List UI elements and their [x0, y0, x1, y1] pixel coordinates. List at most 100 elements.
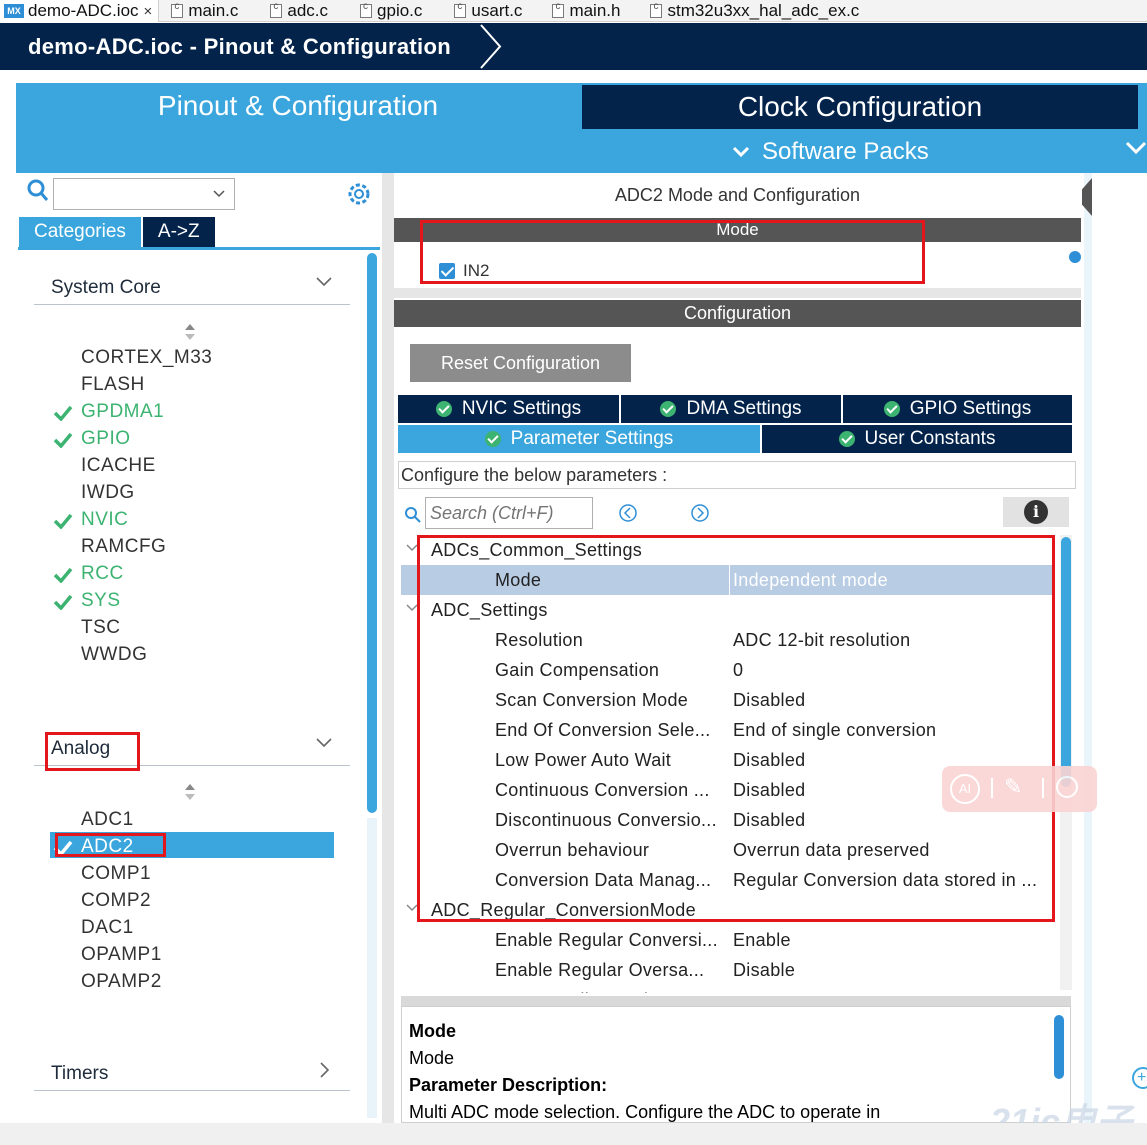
tab-categories[interactable]: Categories — [19, 217, 141, 247]
scrollbar-thumb[interactable] — [1061, 537, 1071, 787]
parameter-name: Enable Regular Conversi... — [495, 930, 718, 950]
editor-tab-gpio-c[interactable]: gpio.c — [356, 0, 428, 22]
group-timers[interactable]: Timers — [51, 1063, 108, 1085]
tab-gpio-settings[interactable]: GPIO Settings — [843, 395, 1072, 423]
close-icon[interactable]: × — [144, 3, 153, 20]
check-circle-icon — [660, 401, 677, 417]
ip-item-adc1[interactable]: ADC1 — [81, 809, 134, 831]
scrollbar-track[interactable] — [367, 818, 377, 1118]
add-icon[interactable]: + — [1132, 1067, 1147, 1089]
status-bar — [0, 1123, 1147, 1145]
ip-item-flash[interactable]: FLASH — [81, 374, 145, 396]
ip-item-comp1[interactable]: COMP1 — [81, 863, 151, 885]
check-icon — [53, 567, 73, 583]
group-system-core[interactable]: System Core — [51, 277, 161, 299]
gear-icon[interactable] — [346, 181, 372, 207]
check-circle-icon — [883, 401, 900, 417]
editor-tab-hal-adc-ex[interactable]: stm32u3xx_hal_adc_ex.c — [646, 0, 865, 22]
chevron-down-icon[interactable] — [1125, 141, 1147, 155]
ip-item-sys[interactable]: SYS — [81, 590, 121, 612]
ip-item-opamp1[interactable]: OPAMP1 — [81, 944, 162, 966]
ip-item-ramcfg[interactable]: RAMCFG — [81, 536, 166, 558]
divider — [991, 778, 993, 798]
description-splitter[interactable] — [401, 996, 1071, 1006]
main-tabs: Pinout & Configuration Clock Configurati… — [16, 83, 1147, 173]
sort-icon[interactable] — [183, 322, 197, 342]
ip-item-opamp2[interactable]: OPAMP2 — [81, 971, 162, 993]
tab-pinout-configuration[interactable]: Pinout & Configuration — [16, 83, 580, 129]
parameter-name: Oversampling Ratio — [495, 990, 723, 993]
editor-tab-main-c[interactable]: main.c — [167, 0, 244, 22]
editor-tab-label: stm32u3xx_hal_adc_ex.c — [667, 1, 860, 20]
ip-item-nvic[interactable]: NVIC — [81, 509, 128, 531]
ip-item-dac1[interactable]: DAC1 — [81, 917, 134, 939]
tab-label: GPIO Settings — [909, 398, 1032, 419]
c-file-icon — [454, 1, 467, 18]
tab-dma-settings[interactable]: DMA Settings — [621, 395, 841, 423]
scrollbar-track[interactable] — [1060, 535, 1072, 990]
parameter-value[interactable]: 1 — [733, 990, 1049, 993]
ip-item-comp2[interactable]: COMP2 — [81, 890, 151, 912]
description-subtitle: Mode — [409, 1048, 455, 1068]
next-arrow-icon[interactable] — [690, 503, 710, 523]
search-icon — [405, 507, 421, 523]
check-icon — [53, 513, 73, 529]
category-tabs: Categories A->Z — [19, 217, 215, 247]
tree-row[interactable]: Enable Regular Conversi... Enable — [401, 925, 1052, 955]
ip-item-cortex_m33[interactable]: CORTEX_M33 — [81, 347, 212, 369]
ip-item-iwdg[interactable]: IWDG — [81, 482, 135, 504]
tab-a-z[interactable]: A->Z — [142, 217, 215, 247]
check-icon — [53, 405, 73, 421]
sort-icon[interactable] — [183, 782, 197, 802]
editor-tab-label: main.c — [188, 1, 239, 20]
editor-tab-adc-c[interactable]: adc.c — [266, 0, 334, 22]
parameter-name: Enable Regular Oversa... — [495, 960, 705, 980]
editor-tab-label: gpio.c — [377, 1, 423, 20]
previous-arrow-icon[interactable] — [618, 503, 638, 523]
tab-parameter-settings[interactable]: Parameter Settings — [398, 425, 760, 453]
editor-tab-usart-c[interactable]: usart.c — [450, 0, 528, 22]
parameter-value[interactable]: Enable — [733, 930, 1049, 951]
h-file-icon — [552, 1, 565, 18]
ai-toolbar-widget[interactable]: AI ✎ — [942, 766, 1097, 812]
ai-icon[interactable]: AI — [950, 774, 980, 804]
tab-clock-configuration[interactable]: Clock Configuration — [582, 85, 1138, 129]
search-icon[interactable] — [26, 178, 50, 204]
scrollbar-thumb[interactable] — [367, 253, 377, 813]
ip-item-wwdg[interactable]: WWDG — [81, 644, 147, 666]
software-packs-label: Software Packs — [762, 138, 929, 165]
ip-item-gpio[interactable]: GPIO — [81, 428, 131, 450]
ip-item-tsc[interactable]: TSC — [81, 617, 121, 639]
panel-splitter[interactable] — [382, 173, 394, 1123]
editor-tab-label: demo-ADC.ioc — [28, 1, 139, 20]
info-button[interactable]: i — [1003, 497, 1069, 527]
magic-wand-icon[interactable]: ✎ — [1004, 774, 1022, 800]
reset-configuration-button[interactable]: Reset Configuration — [410, 344, 631, 382]
ip-item-icache[interactable]: ICACHE — [81, 455, 156, 477]
scrollbar-track[interactable] — [1084, 173, 1092, 1123]
tab-user-constants[interactable]: User Constants — [762, 425, 1072, 453]
configuration-header: Configuration — [394, 300, 1081, 327]
check-circle-icon — [838, 431, 855, 447]
scrollbar-thumb[interactable] — [1054, 1015, 1064, 1079]
tree-row[interactable]: Enable Regular Oversa... Disable — [401, 955, 1052, 985]
tree-row[interactable]: Oversampling Ratio 1 — [401, 985, 1052, 993]
search-input[interactable] — [53, 178, 235, 210]
chevron-down-icon[interactable] — [315, 276, 333, 288]
tab-nvic-settings[interactable]: NVIC Settings — [398, 395, 619, 423]
tab-label: Parameter Settings — [510, 428, 674, 449]
editor-tab-main-h[interactable]: main.h — [548, 0, 626, 22]
search-icon[interactable] — [1056, 776, 1078, 798]
editor-tab-bar: MX demo-ADC.ioc × main.c adc.c gpio.c us… — [0, 0, 1147, 22]
ip-item-gpdma1[interactable]: GPDMA1 — [81, 401, 164, 423]
annotation-box — [420, 220, 925, 284]
parameter-value[interactable]: Disable — [733, 960, 1049, 981]
software-packs-menu[interactable]: Software Packs — [732, 138, 929, 166]
editor-tab-ioc[interactable]: MX demo-ADC.ioc × — [0, 0, 160, 22]
scrollbar-thumb[interactable] — [1069, 251, 1081, 263]
ip-item-rcc[interactable]: RCC — [81, 563, 124, 585]
chevron-down-icon[interactable] — [315, 737, 333, 749]
parameter-search-input[interactable] — [425, 497, 593, 529]
chevron-right-icon[interactable] — [319, 1061, 331, 1079]
tab-label: NVIC Settings — [461, 398, 582, 419]
